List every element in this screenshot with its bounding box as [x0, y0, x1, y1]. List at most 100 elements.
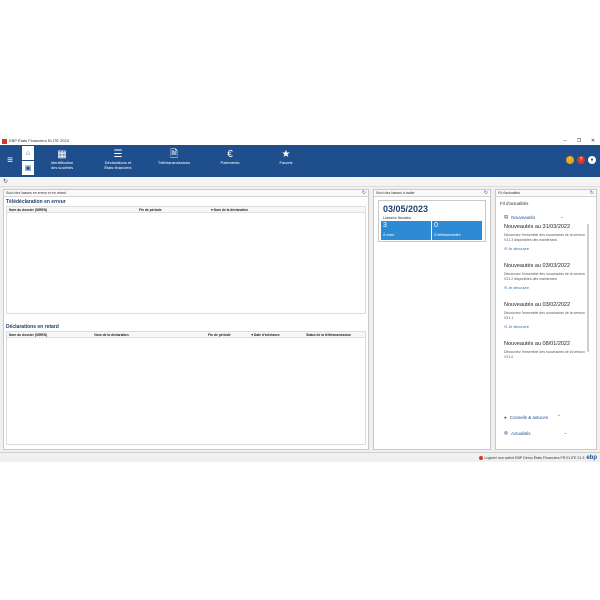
- tile-a-creer[interactable]: 3 À créer: [381, 221, 431, 240]
- refresh-icon[interactable]: ↻: [362, 190, 366, 197]
- minimize-button[interactable]: –: [558, 137, 572, 145]
- refresh-icon[interactable]: ↻: [3, 178, 8, 186]
- chevron-up-icon: ⌃: [557, 414, 561, 419]
- help-icon[interactable]: ?: [577, 156, 585, 164]
- news-item-link[interactable]: ⊖ Je découvre: [504, 324, 586, 329]
- date-card: 03/05/2023 Liasses fiscales 3 À créer 0 …: [378, 200, 486, 242]
- news-scrollbar[interactable]: [587, 224, 589, 352]
- window-controls: – ❐ ✕: [558, 137, 600, 145]
- status-bar: Logiciel non activé EBP Démo États Finan…: [0, 452, 600, 462]
- column-header[interactable]: Statut de la télétransmission: [306, 332, 365, 337]
- chevron-down-icon: ⌄: [563, 430, 568, 435]
- nav-favoris-label: Favoris: [279, 160, 293, 165]
- late-grid[interactable]: Nom du dossier (SIREN) Nom de la déclara…: [6, 331, 366, 445]
- tile-label: À créer: [383, 233, 395, 237]
- secondary-toolbar: ↻: [0, 177, 600, 187]
- not-activated-icon: [478, 456, 483, 460]
- chevron-down-icon: ⌄: [560, 214, 565, 219]
- late-grid-header: Nom du dossier (SIREN) Nom de la déclara…: [7, 332, 365, 338]
- news-item-link-label: Je découvre: [508, 247, 529, 251]
- news-item-title: Nouveautés au 03/03/2022: [504, 263, 571, 269]
- window-title: EBP États Financiers ELITE 2023: [9, 138, 69, 143]
- nav-identification-line2: des sociétés: [50, 164, 74, 170]
- conseils-label: Conseils & astuces: [509, 414, 548, 420]
- link-icon: ⊖: [504, 247, 508, 251]
- news-item-desc: Découvrez l'ensemble des nouveautés de l…: [504, 272, 585, 281]
- news-tab[interactable]: Fil d'actualités: [500, 201, 528, 206]
- nav-favoris[interactable]: ★ Favoris: [268, 148, 304, 176]
- column-header-label: Date d'échéance: [253, 333, 280, 337]
- error-grid-header: Nom du dossier (SIREN) Fin de période ▾ …: [7, 207, 365, 213]
- late-errors-title: Suivi des liasses en erreur et en retard: [6, 191, 66, 195]
- column-header[interactable]: Nom de la déclaration: [94, 332, 208, 337]
- liasses-label: Liasses fiscales: [383, 215, 412, 220]
- news-panel: Fil d'actualités ↻ Fil d'actualités ▤ No…: [495, 189, 597, 450]
- error-section-title: Télédéclaration en erreur: [6, 199, 66, 205]
- user-icon[interactable]: ●: [588, 156, 596, 164]
- close-button[interactable]: ✕: [586, 137, 600, 145]
- news-item: Nouveautés au 31/03/2022 Découvrez l'ens…: [504, 224, 586, 251]
- news-item: Nouveautés au 03/02/2022 Découvrez l'ens…: [504, 302, 586, 329]
- link-icon: ⊖: [504, 286, 508, 290]
- status-text: Logiciel non activé EBP Démo États Finan…: [484, 456, 585, 460]
- nav-identification[interactable]: ▦ Identification des sociétés: [42, 148, 82, 176]
- column-header-label: Nom de la déclaration: [213, 208, 248, 212]
- nav-teletransmissions-label: Télétransmissions: [157, 160, 191, 165]
- home-icon: ⌂: [25, 149, 31, 157]
- current-date: 03/05/2023: [383, 204, 429, 214]
- actualites-label: Actualités: [510, 430, 531, 436]
- tile-value: 3: [383, 222, 387, 229]
- side-tabs: ⌂ ▣: [22, 146, 34, 176]
- news-item-link[interactable]: ⊖ Je découvre: [504, 285, 586, 290]
- nav-paiements[interactable]: € Paiements: [210, 148, 250, 176]
- nouveautes-label: Nouveautés: [511, 214, 536, 220]
- conseils-header[interactable]: ● Conseils & astuces ⌃: [504, 414, 561, 420]
- nouveautes-header[interactable]: ▤ Nouveautés ⌄: [504, 214, 564, 220]
- news-item-desc: Découvrez l'ensemble des nouveautés de l…: [504, 311, 585, 320]
- news-item-link[interactable]: ⊖ Je découvre: [504, 246, 586, 251]
- news-item-desc: Découvrez l'ensemble des nouveautés de l…: [504, 350, 585, 359]
- nav-paiements-label: Paiements: [220, 160, 240, 165]
- late-errors-panel: Suivi des liasses en erreur et en retard…: [3, 189, 369, 450]
- ribbon: ≡ ⌂ ▣ ▦ Identification des sociétés ☰ Dé…: [0, 145, 600, 177]
- to-process-panel: Suivi des liasses à traiter ↻ 03/05/2023…: [373, 189, 491, 450]
- nav-declarations-line2: États financiers: [104, 164, 132, 170]
- column-header[interactable]: ▾ Nom de la déclaration: [211, 207, 311, 212]
- nav-declarations[interactable]: ☰ Déclarations et États financiers: [96, 148, 140, 176]
- news-list[interactable]: Nouveautés au 31/03/2022 Découvrez l'ens…: [504, 224, 586, 409]
- news-item-desc: Découvrez l'ensemble des nouveautés de l…: [504, 233, 585, 242]
- nav-teletransmissions[interactable]: 🗎 Télétransmissions: [152, 148, 196, 176]
- news-item: Nouveautés au 08/01/2022 Découvrez l'ens…: [504, 341, 586, 359]
- tile-value: 0: [434, 222, 438, 229]
- refresh-icon[interactable]: ↻: [590, 190, 594, 197]
- refresh-icon[interactable]: ↻: [484, 190, 488, 197]
- title-bar: EBP États Financiers ELITE 2023 – ❐ ✕: [0, 137, 600, 145]
- home-tab[interactable]: ⌂: [22, 146, 34, 160]
- newspaper-icon: ▤: [504, 214, 509, 219]
- news-header: Fil d'actualités ↻: [496, 190, 596, 197]
- error-grid[interactable]: Nom du dossier (SIREN) Fin de période ▾ …: [6, 206, 366, 314]
- column-header[interactable]: Nom du dossier (SIREN): [9, 332, 94, 337]
- tile-label: À télétransmettre: [434, 233, 461, 237]
- column-header[interactable]: Fin de période: [139, 207, 211, 212]
- column-header[interactable]: Nom du dossier (SIREN): [9, 207, 139, 212]
- to-process-title: Suivi des liasses à traiter: [376, 191, 415, 195]
- app-logo-icon: [2, 138, 7, 144]
- news-title: Fil d'actualités: [498, 191, 521, 195]
- column-header[interactable]: Fin de période: [208, 332, 251, 337]
- news-item-title: Nouveautés au 31/03/2022: [504, 224, 571, 230]
- news-item: Nouveautés au 03/03/2022 Découvrez l'ens…: [504, 263, 586, 290]
- menu-icon[interactable]: ≡: [4, 155, 16, 167]
- news-item-title: Nouveautés au 08/01/2022: [504, 341, 571, 347]
- late-section-title: Déclarations en retard: [6, 324, 59, 330]
- warning-icon[interactable]: !: [566, 156, 574, 164]
- app-window: EBP États Financiers ELITE 2023 – ❐ ✕ ≡ …: [0, 137, 600, 462]
- actualites-header[interactable]: ◍ Actualités ⌄: [504, 430, 567, 436]
- status-right: Logiciel non activé EBP Démo États Finan…: [478, 453, 597, 463]
- column-header[interactable]: ▾ Date d'échéance: [251, 332, 306, 337]
- maximize-button[interactable]: ❐: [572, 137, 586, 145]
- tile-a-teletransmettre[interactable]: 0 À télétransmettre: [432, 221, 482, 240]
- printer-icon: ▣: [24, 165, 32, 172]
- print-tab[interactable]: ▣: [22, 161, 34, 175]
- late-errors-header: Suivi des liasses en erreur et en retard…: [4, 190, 368, 197]
